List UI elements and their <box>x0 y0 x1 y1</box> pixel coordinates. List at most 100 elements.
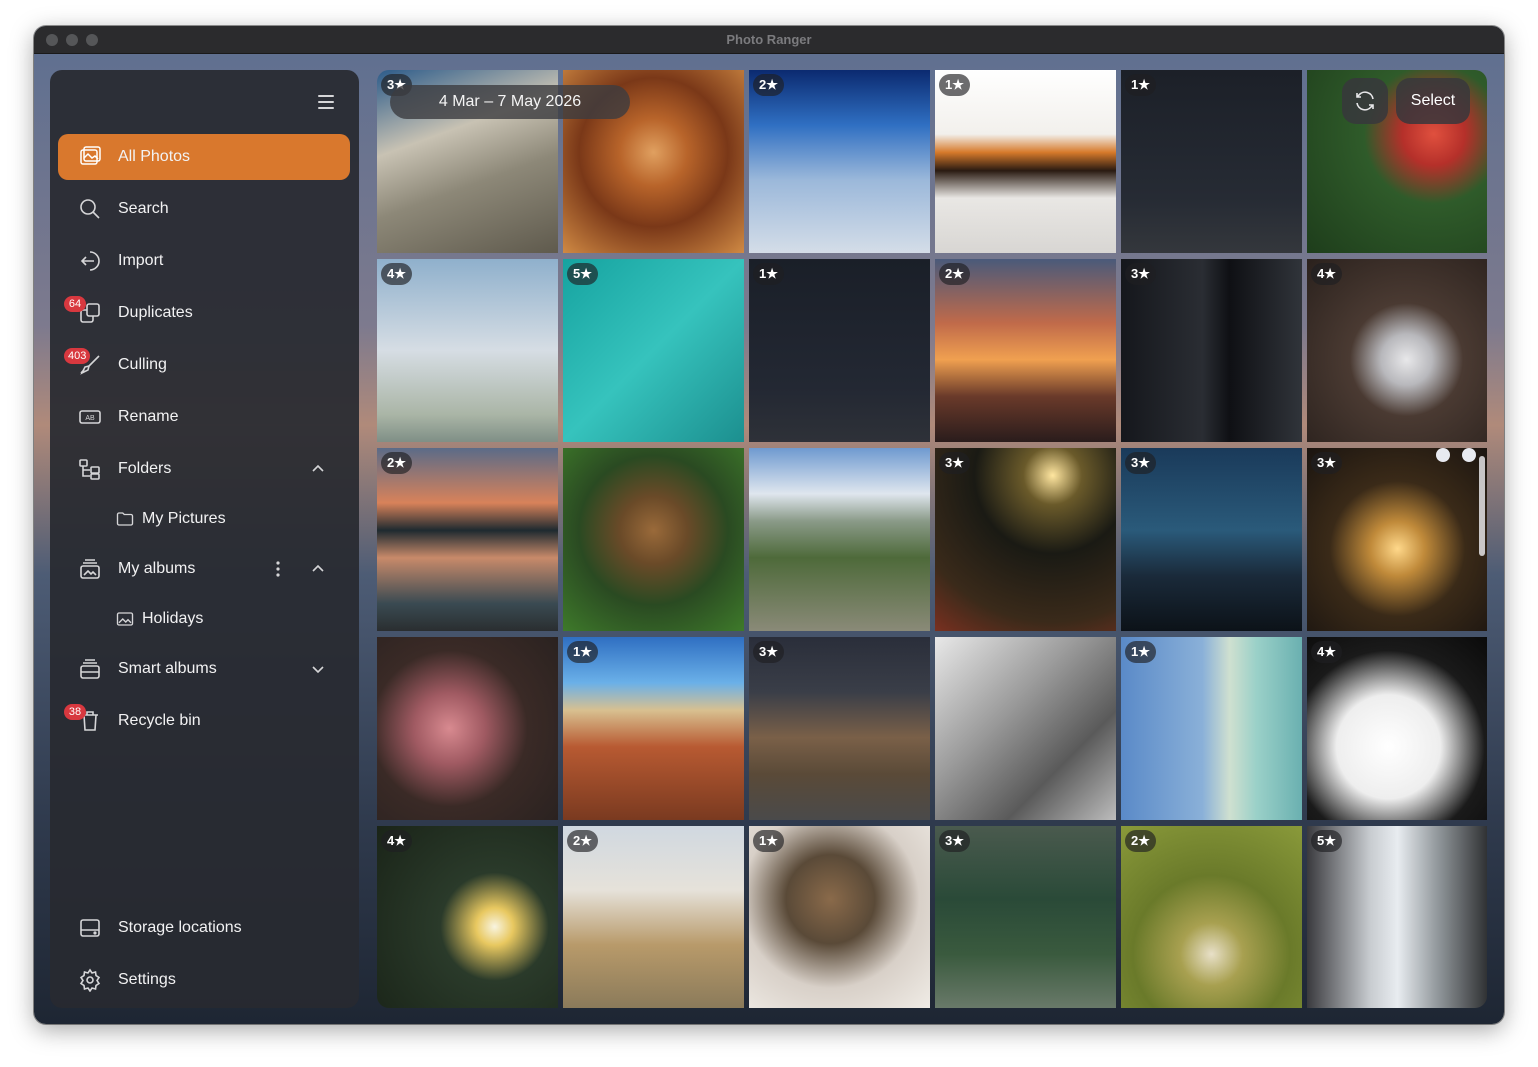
chevron-down-icon[interactable] <box>310 661 326 677</box>
sidebar-item-label: Search <box>118 200 169 217</box>
photo-tile[interactable]: 2★ <box>935 259 1116 442</box>
import-icon <box>80 251 100 271</box>
sidebar-item-my-albums[interactable]: My albums <box>58 546 350 592</box>
refresh-button[interactable] <box>1342 78 1388 124</box>
sidebar-item-label: My albums <box>118 560 196 577</box>
rating-badge: 1★ <box>753 830 784 852</box>
album-icon <box>116 612 134 626</box>
rating-badge: 4★ <box>381 830 412 852</box>
sidebar: All Photos Search Import Duplicates 64 C… <box>50 70 359 1008</box>
sidebar-item-duplicates[interactable]: Duplicates 64 <box>58 290 350 336</box>
photo-tile[interactable]: 1★ <box>1121 637 1302 820</box>
photo-tile[interactable]: 4★ <box>377 259 558 442</box>
sidebar-item-recycle-bin[interactable]: Recycle bin 38 <box>58 698 350 744</box>
sidebar-item-label: Smart albums <box>118 660 217 677</box>
culling-count-badge: 403 <box>64 348 91 364</box>
sidebar-item-culling[interactable]: Culling 403 <box>58 342 350 388</box>
rating-badge: 4★ <box>381 263 412 285</box>
photo-tile[interactable]: 2★ <box>377 448 558 631</box>
sidebar-item-search[interactable]: Search <box>58 186 350 232</box>
folder-icon <box>116 512 134 526</box>
photo-tile[interactable]: 2★ <box>749 70 930 253</box>
rating-badge: 3★ <box>1311 452 1342 474</box>
sidebar-item-holidays[interactable]: Holidays <box>58 596 350 642</box>
sidebar-item-my-pictures[interactable]: My Pictures <box>58 496 350 542</box>
rating-badge: 1★ <box>939 74 970 96</box>
duplicates-count-badge: 64 <box>64 296 86 312</box>
sidebar-item-label: Import <box>118 252 164 269</box>
sidebar-item-label: Recycle bin <box>118 712 201 729</box>
photo-tile[interactable]: 1★ <box>749 826 930 1008</box>
rating-badge: 2★ <box>939 263 970 285</box>
albums-icon <box>80 559 100 579</box>
photo-tile[interactable]: 4★ <box>1307 637 1487 820</box>
rename-icon: AB <box>79 410 101 424</box>
photo-tile[interactable]: 1★ <box>935 70 1116 253</box>
photo-tile[interactable]: 1★ <box>749 259 930 442</box>
rating-badge: 1★ <box>753 263 784 285</box>
chevron-up-icon[interactable] <box>310 461 326 477</box>
select-button[interactable]: Select <box>1396 78 1470 124</box>
more-options-icon[interactable] <box>270 559 286 579</box>
photo-tile[interactable] <box>935 637 1116 820</box>
date-range-label: 4 Mar – 7 May 2026 <box>390 85 630 119</box>
rating-badge: 2★ <box>1125 830 1156 852</box>
sidebar-item-import[interactable]: Import <box>58 238 350 284</box>
photo-tile[interactable] <box>563 448 744 631</box>
sidebar-item-label: Folders <box>118 460 172 477</box>
app-window: Photo Ranger All Photos Search Import Du… <box>34 26 1504 1024</box>
rating-badge: 5★ <box>567 263 598 285</box>
sidebar-item-rename[interactable]: AB Rename <box>58 394 350 440</box>
photo-tile[interactable] <box>749 448 930 631</box>
photo-tile[interactable]: 4★ <box>1307 259 1487 442</box>
storage-icon <box>80 919 100 937</box>
rating-badge: 4★ <box>1311 263 1342 285</box>
rating-badge: 2★ <box>753 74 784 96</box>
menu-icon[interactable] <box>316 92 338 112</box>
sidebar-item-label: My Pictures <box>142 510 226 527</box>
rating-badge: 1★ <box>1125 74 1156 96</box>
photo-tile[interactable]: 5★ <box>563 259 744 442</box>
sidebar-item-all-photos[interactable]: All Photos <box>58 134 350 180</box>
photo-tile[interactable]: 1★ <box>563 637 744 820</box>
rating-badge: 3★ <box>753 641 784 663</box>
sidebar-item-label: Culling <box>118 356 167 373</box>
photo-tile[interactable]: 3★ <box>749 637 930 820</box>
window-title: Photo Ranger <box>726 32 812 47</box>
photo-grid: 3★ 2★ 1★ 1★ 4★ 5★ 1★ 2★ 3★ 4★ 2★ 3★ 3★ 3… <box>377 70 1487 1008</box>
photo-tile[interactable]: 3★ <box>1121 448 1302 631</box>
sidebar-item-storage-locations[interactable]: Storage locations <box>58 905 350 951</box>
scrollbar[interactable] <box>1479 456 1485 556</box>
photo-tile[interactable]: 3★ <box>935 826 1116 1008</box>
photo-tile[interactable] <box>377 637 558 820</box>
rating-badge: 1★ <box>1125 641 1156 663</box>
photo-tile[interactable]: 4★ <box>377 826 558 1008</box>
settings-icon <box>79 968 101 992</box>
sidebar-item-label: Settings <box>118 971 176 988</box>
smart-albums-icon <box>80 659 100 679</box>
sidebar-item-label: Duplicates <box>118 304 193 321</box>
photo-tile[interactable]: 3★ <box>935 448 1116 631</box>
sidebar-item-label: Holidays <box>142 610 204 627</box>
photo-tile[interactable]: 2★ <box>563 826 744 1008</box>
recycle-bin-count-badge: 38 <box>64 704 86 720</box>
photos-icon <box>80 146 101 165</box>
refresh-icon <box>1356 91 1374 111</box>
title-bar: Photo Ranger <box>34 26 1504 54</box>
rating-badge: 3★ <box>1125 452 1156 474</box>
photo-tile[interactable]: 3★ <box>1307 448 1487 631</box>
sidebar-item-folders[interactable]: Folders <box>58 446 350 492</box>
svg-text:AB: AB <box>85 415 95 422</box>
photo-tile[interactable]: 2★ <box>1121 826 1302 1008</box>
rating-badge: 3★ <box>1125 263 1156 285</box>
sidebar-item-label: Rename <box>118 408 179 425</box>
sidebar-item-smart-albums[interactable]: Smart albums <box>58 646 350 692</box>
rating-badge: 1★ <box>567 641 598 663</box>
rating-badge: 3★ <box>939 830 970 852</box>
photo-tile[interactable]: 3★ <box>1121 259 1302 442</box>
sidebar-item-label: Storage locations <box>118 919 242 936</box>
chevron-up-icon[interactable] <box>310 561 326 577</box>
photo-tile[interactable]: 1★ <box>1121 70 1302 253</box>
sidebar-item-settings[interactable]: Settings <box>58 957 350 1003</box>
photo-tile[interactable]: 5★ <box>1307 826 1487 1008</box>
